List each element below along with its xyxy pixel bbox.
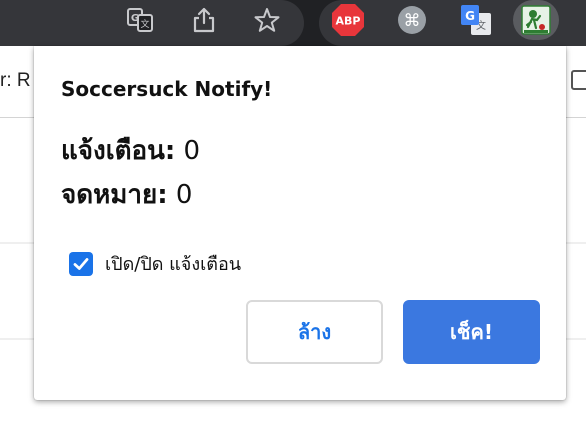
- clear-button[interactable]: ล้าง: [246, 300, 383, 364]
- notification-label: แจ้งเตือน:: [61, 136, 176, 166]
- mail-count-row: จดหมาย: 0: [61, 174, 192, 215]
- command-extension-icon[interactable]: ⌘: [397, 5, 427, 35]
- browser-toolbar: G 文 ABP ⌘ 文 G: [0, 0, 586, 46]
- notification-count-row: แจ้งเตือน: 0: [61, 130, 200, 171]
- notification-toggle[interactable]: เปิด/ปิด แจ้งเตือน: [69, 249, 241, 278]
- popup-title: Soccersuck Notify!: [61, 77, 273, 101]
- notification-toggle-label[interactable]: เปิด/ปิด แจ้งเตือน: [105, 249, 241, 278]
- svg-text:⌘: ⌘: [404, 11, 421, 31]
- google-translate-label: G: [465, 9, 475, 23]
- translate-page-icon[interactable]: G 文: [124, 4, 156, 36]
- mail-label: จดหมาย:: [61, 180, 168, 210]
- soccersuck-extension-icon[interactable]: [513, 0, 559, 40]
- google-translate-icon[interactable]: 文 G: [459, 3, 493, 37]
- mail-count: 0: [175, 180, 193, 210]
- notification-count: 0: [183, 136, 201, 166]
- adblock-plus-icon[interactable]: ABP: [331, 3, 365, 37]
- check-button[interactable]: เช็ค!: [403, 300, 540, 364]
- abp-label: ABP: [336, 15, 361, 28]
- share-icon[interactable]: [188, 4, 220, 36]
- bookmark-star-icon[interactable]: [250, 4, 284, 36]
- svg-text:文: 文: [140, 18, 149, 30]
- extension-popup: Soccersuck Notify! แจ้งเตือน: 0 จดหมาย: …: [34, 46, 566, 400]
- checkmark-icon: [73, 257, 89, 270]
- notification-checkbox[interactable]: [69, 251, 93, 276]
- page-document-icon: [571, 70, 586, 90]
- page-header-text: r: R: [0, 70, 31, 91]
